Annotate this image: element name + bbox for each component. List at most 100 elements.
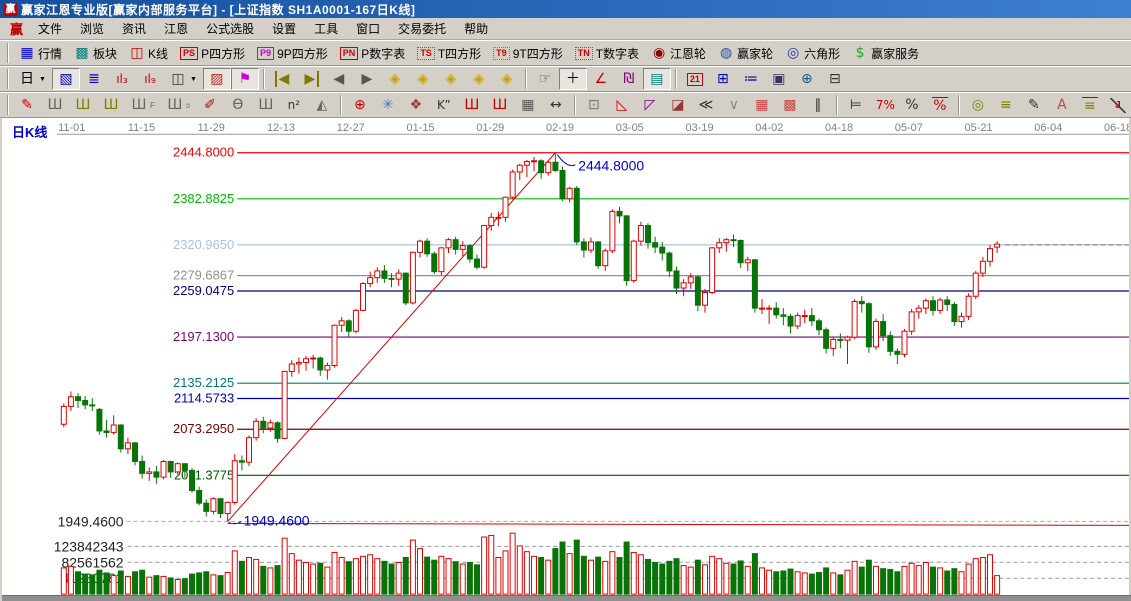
j-angle-icon[interactable]: J bbox=[1104, 94, 1131, 116]
box-select-icon: ⊡ bbox=[588, 97, 600, 113]
p-square-button[interactable]: PS P四方形 bbox=[174, 42, 251, 64]
angle-measure-button[interactable]: ∠ bbox=[587, 68, 615, 90]
menu-item-4[interactable]: 公式选股 bbox=[197, 18, 263, 39]
last-page-button[interactable]: ▶ bbox=[297, 68, 325, 90]
plain-comb-icon[interactable]: Ш bbox=[252, 94, 280, 116]
red-grid-icon[interactable]: ▦ bbox=[748, 94, 776, 116]
bottom-scroll-strip[interactable] bbox=[2, 595, 1131, 601]
network-button[interactable]: ⊕ bbox=[793, 68, 821, 90]
diamond-expand-button[interactable]: ◈ bbox=[465, 68, 493, 90]
winner-service-button[interactable]: $ 赢家服务 bbox=[846, 42, 925, 64]
win-comb-icon[interactable]: Ш bbox=[486, 94, 514, 116]
gold-lines-2-icon[interactable]: ≡ bbox=[1076, 94, 1104, 116]
period-day-dropdown[interactable]: 日 ▼ bbox=[13, 68, 52, 90]
gold-lines-icon[interactable]: ≡ bbox=[992, 94, 1020, 116]
gann-horizontal-line bbox=[227, 522, 1129, 526]
k-quote-icon[interactable]: K” bbox=[430, 94, 458, 116]
gold-comb-2-icon[interactable]: Ш bbox=[97, 94, 125, 116]
spiral-comb-icon[interactable]: Шɔ bbox=[161, 94, 196, 116]
candle-body bbox=[189, 469, 196, 492]
gold-circle-icon[interactable]: ◎ bbox=[964, 94, 992, 116]
bars-3-icon[interactable]: ıl₃ bbox=[108, 68, 136, 90]
prev-button[interactable]: ◀ bbox=[325, 68, 353, 90]
check-lines-icon[interactable]: ∨ bbox=[720, 94, 748, 116]
compass-tool-icon[interactable]: ◭ bbox=[308, 94, 336, 116]
quotes-button[interactable]: ▦ 行情 bbox=[13, 42, 68, 64]
gann-shape-button[interactable]: ₪ bbox=[615, 68, 643, 90]
winner-wheel-button[interactable]: ◍ 赢家轮 bbox=[712, 42, 779, 64]
blue-star-icon[interactable]: ✳ bbox=[374, 94, 402, 116]
n-squared-icon[interactable]: n² bbox=[280, 94, 308, 116]
step-bars-icon[interactable]: ⊨ bbox=[842, 94, 870, 116]
angle-rays-icon[interactable]: ≪ bbox=[692, 94, 720, 116]
gann-wheel-button[interactable]: ◉ 江恩轮 bbox=[645, 42, 712, 64]
notes-button[interactable]: ≔ bbox=[737, 68, 765, 90]
9t-square-button[interactable]: T9 9T四方形 bbox=[487, 42, 569, 64]
next-button[interactable]: ▶ bbox=[353, 68, 381, 90]
crosshair-tool-button[interactable]: ＋ bbox=[558, 68, 587, 90]
pen-tool-icon[interactable]: ✎ bbox=[13, 94, 41, 116]
menu-item-3[interactable]: 江恩 bbox=[155, 18, 197, 39]
diamond-cross-button[interactable]: ◈ bbox=[493, 68, 521, 90]
dropdown-arrow-icon[interactable]: ▼ bbox=[39, 76, 46, 83]
info-list-icon[interactable]: ≣ bbox=[80, 68, 108, 90]
shen-comb-icon[interactable]: Ш bbox=[458, 94, 486, 116]
box-select-icon[interactable]: ⊡ bbox=[580, 94, 608, 116]
ray-fan-red-icon[interactable]: ◺ bbox=[608, 94, 636, 116]
gold-lines-icon: ≡ bbox=[1000, 97, 1012, 113]
kline-button[interactable]: ◫ K线 bbox=[123, 42, 174, 64]
diamond-hmove-button[interactable]: ◈ bbox=[437, 68, 465, 90]
volume-bar bbox=[531, 555, 538, 595]
seven-percent-icon[interactable]: 7% bbox=[870, 94, 898, 116]
teal-pattern-icon[interactable]: ▤ bbox=[642, 68, 671, 90]
hexagon-button[interactable]: ◎ 六角形 bbox=[779, 42, 846, 64]
9p-square-button[interactable]: P9 9P四方形 bbox=[251, 42, 334, 64]
zigzag-pattern-icon[interactable]: ▧ bbox=[51, 68, 80, 90]
calendar-button[interactable]: 21 bbox=[681, 68, 709, 90]
save-button[interactable]: ▣ bbox=[765, 68, 793, 90]
trend-flag-icon[interactable]: ⚑ bbox=[230, 68, 259, 90]
red-grid-2-icon[interactable]: ▩ bbox=[776, 94, 804, 116]
percent-icon[interactable]: % bbox=[898, 94, 926, 116]
sectors-button[interactable]: ▩ 板块 bbox=[68, 42, 123, 64]
comb-tool-icon[interactable]: Ш bbox=[41, 94, 69, 116]
menu-item-2[interactable]: 资讯 bbox=[113, 18, 155, 39]
menu-item-0[interactable]: 文件 bbox=[29, 18, 71, 39]
brush-tool-icon[interactable]: ✐ bbox=[196, 94, 224, 116]
wave-a-icon[interactable]: A bbox=[1048, 94, 1076, 116]
measure-span-icon[interactable]: ↔ bbox=[542, 94, 570, 116]
dense-grid-icon[interactable]: ▦ bbox=[514, 94, 542, 116]
gold-comb-icon[interactable]: Ш bbox=[69, 94, 97, 116]
diamond-left-button[interactable]: ◈ bbox=[381, 68, 409, 90]
dropdown-arrow-icon[interactable]: ▼ bbox=[190, 76, 197, 83]
f-comb-icon[interactable]: ШF bbox=[125, 94, 161, 116]
percent-line-icon[interactable]: % bbox=[926, 94, 954, 116]
red-pattern-icon[interactable]: ▨ bbox=[202, 68, 231, 90]
menu-item-1[interactable]: 浏览 bbox=[71, 18, 113, 39]
workstation-button[interactable]: ⊟ bbox=[821, 68, 849, 90]
diamond-right-button[interactable]: ◈ bbox=[409, 68, 437, 90]
kline-chart[interactable]: 11-01 11-15 11-29 12-13 12-27 01-15 01-29 02-19… bbox=[2, 118, 1129, 601]
menu-item-6[interactable]: 工具 bbox=[305, 18, 347, 39]
chart-area[interactable]: 日K线 11-01 11-15 11-29 12-13 12-27 01-15 01-29 0… bbox=[0, 118, 1131, 601]
menu-item-5[interactable]: 设置 bbox=[263, 18, 305, 39]
p-digit-table-button[interactable]: PN P数字表 bbox=[334, 42, 412, 64]
t-digit-table-button[interactable]: TN T数字表 bbox=[569, 42, 645, 64]
grid-star-icon[interactable]: ❖ bbox=[402, 94, 430, 116]
hand-tool-button[interactable]: ☞ bbox=[531, 68, 559, 90]
menu-item-7[interactable]: 窗口 bbox=[347, 18, 389, 39]
parallel-lines-icon[interactable]: ∥ bbox=[804, 94, 832, 116]
candle-style-dropdown[interactable]: ◫ ▼ bbox=[164, 68, 203, 90]
menu-item-9[interactable]: 帮助 bbox=[455, 18, 497, 39]
t-square-button[interactable]: TS T四方形 bbox=[411, 42, 487, 64]
bars-9-icon[interactable]: ıl₉ bbox=[136, 68, 164, 90]
ink-brush-icon[interactable]: ✎ bbox=[1020, 94, 1048, 116]
ray-fan-box-icon[interactable]: ◪ bbox=[664, 94, 692, 116]
candle-body bbox=[445, 239, 452, 249]
clock-comb-icon[interactable]: Ө bbox=[224, 94, 252, 116]
menu-item-8[interactable]: 交易委托 bbox=[389, 18, 455, 39]
target-circle-icon[interactable]: ⊕ bbox=[346, 94, 374, 116]
first-page-button[interactable]: ◀ bbox=[269, 68, 297, 90]
ray-fan-purple-icon[interactable]: ◸ bbox=[636, 94, 664, 116]
calculator-button[interactable]: ⊞ bbox=[709, 68, 737, 90]
